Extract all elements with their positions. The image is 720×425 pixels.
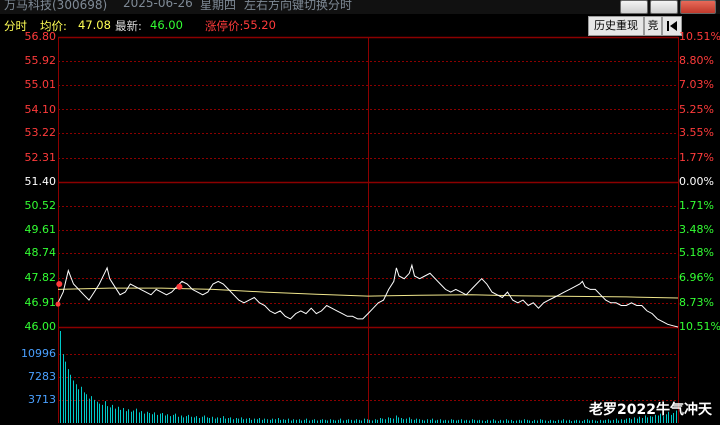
percent-tick-label: 8.73%: [679, 295, 714, 309]
percent-tick-label: 6.96%: [679, 271, 714, 285]
chart-grid: [58, 36, 679, 423]
price-tick-label: 50.52: [24, 198, 57, 212]
price-tick-label: 56.80: [24, 30, 57, 43]
percent-tick-label: 1.71%: [679, 198, 714, 212]
trade-marker: [176, 283, 183, 290]
percent-tick-label: 10.51%: [679, 320, 720, 333]
volume-tick-label: 3713: [28, 392, 56, 406]
trade-marker: [55, 301, 61, 307]
price-tick-label: 49.61: [24, 223, 57, 237]
volume-tick-label: 10996: [21, 347, 56, 361]
price-tick-label: 54.10: [24, 102, 57, 116]
percent-tick-label: 7.03%: [679, 78, 714, 92]
percent-tick-label: 0.00%: [679, 175, 714, 188]
percent-tick-label: 3.55%: [679, 126, 714, 140]
percent-tick-label: 8.80%: [679, 53, 714, 67]
price-tick-label: 55.01: [24, 78, 57, 92]
price-tick-label: 47.82: [24, 271, 57, 285]
trade-marker: [56, 281, 63, 288]
percent-tick-label: 5.18%: [679, 246, 714, 260]
price-tick-label: 46.91: [24, 295, 57, 309]
percent-tick-label: 5.25%: [679, 102, 714, 116]
price-tick-label: 51.40: [24, 175, 57, 188]
percent-tick-label: 10.51%: [679, 30, 720, 43]
price-tick-label: 55.92: [24, 53, 57, 67]
price-tick-label: 48.74: [24, 246, 57, 260]
price-tick-label: 46.00: [24, 320, 57, 333]
price-tick-label: 53.22: [24, 126, 57, 140]
percent-tick-label: 3.48%: [679, 223, 714, 237]
volume-tick-label: 7283: [28, 370, 56, 384]
watermark: 老罗2022牛气冲天: [589, 402, 712, 418]
percent-tick-label: 1.77%: [679, 150, 714, 164]
intraday-chart: [55, 36, 679, 423]
price-tick-label: 52.31: [24, 150, 57, 164]
